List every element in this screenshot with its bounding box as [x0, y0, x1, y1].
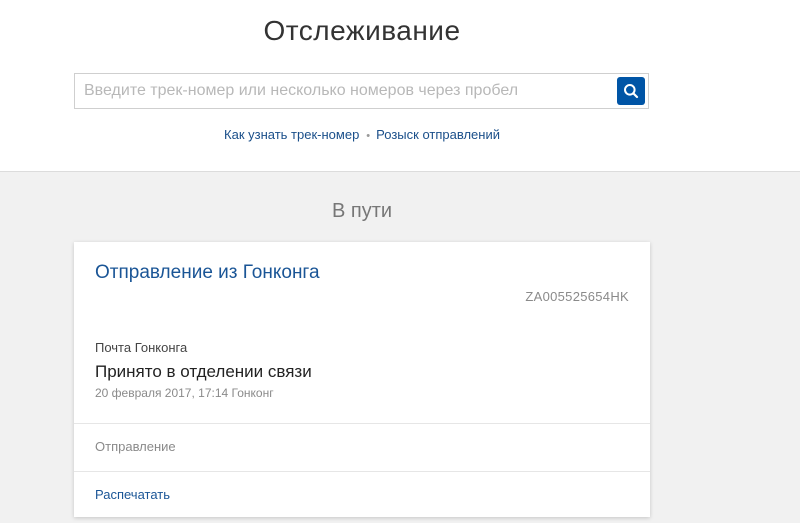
search-button[interactable] [617, 77, 645, 105]
divider [74, 423, 650, 424]
shipment-title[interactable]: Отправление из Гонконга [95, 262, 320, 284]
search-box [74, 73, 649, 109]
track-number: ZA005525654HK [525, 289, 629, 304]
status-date-location: 20 февраля 2017, 17:14 Гонконг [95, 386, 274, 400]
page-title: Отслеживание [263, 15, 461, 46]
print-button[interactable]: Распечатать [95, 487, 170, 502]
shipment-details-row[interactable]: Отправление [95, 439, 176, 454]
shipment-card: Отправление из Гонконга ZA005525654HK По… [74, 242, 650, 517]
search-icon [624, 84, 639, 99]
search-parcels-link[interactable]: Розыск отправлений [376, 127, 500, 142]
shipment-status: Принято в отделении связи [95, 362, 312, 381]
tracking-header: Отслеживание Как узнать трек-номер • Розыс… [0, 0, 800, 172]
divider [74, 471, 650, 472]
link-separator: • [366, 130, 371, 142]
carrier-name: Почта Гонконга [95, 340, 188, 355]
how-to-find-track-link[interactable]: Как узнать трек-номер [224, 127, 359, 142]
section-title: В пути [331, 200, 393, 222]
search-input[interactable] [75, 74, 615, 108]
helper-links: Как узнать трек-номер • Розыск отправлений [0, 127, 724, 142]
